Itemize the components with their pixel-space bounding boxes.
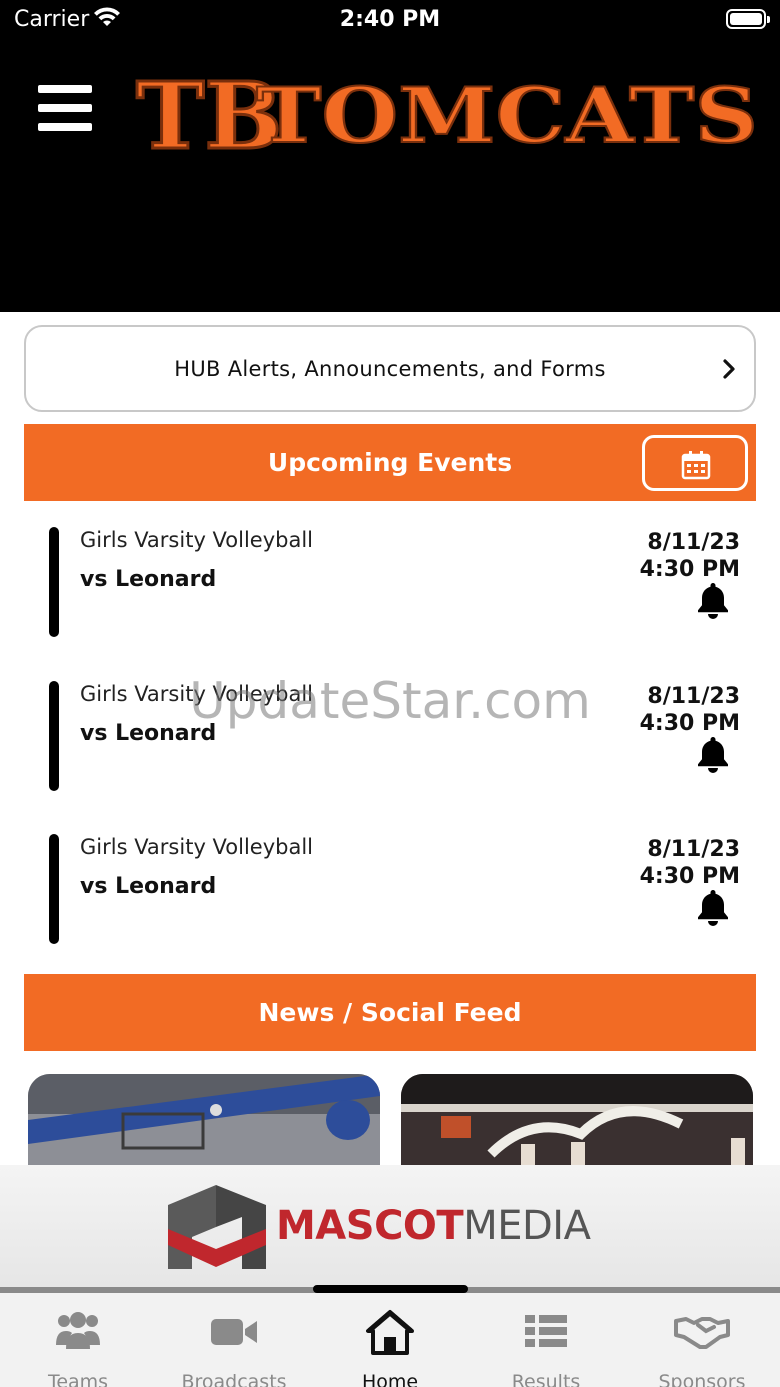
event-date: 8/11/23 — [647, 837, 740, 862]
tab-label: Sponsors — [658, 1371, 746, 1387]
news-image — [401, 1074, 753, 1174]
battery-icon — [726, 9, 770, 29]
bell-icon[interactable] — [695, 888, 731, 926]
tab-bar: Teams Broadcasts Home Results Sponsors — [0, 1287, 780, 1387]
event-date: 8/11/23 — [647, 530, 740, 555]
news-feed-header: News / Social Feed — [24, 974, 756, 1051]
event-opponent: vs Leonard — [80, 567, 217, 592]
news-card-team-photo[interactable] — [401, 1074, 753, 1174]
tomcats-logo: TB TOMCATS — [135, 62, 760, 162]
event-sport: Girls Varsity Volleyball — [80, 682, 314, 706]
tab-label: Teams — [47, 1371, 109, 1387]
tab-label: Home — [361, 1371, 419, 1387]
tab-broadcasts[interactable]: Broadcasts — [156, 1303, 312, 1387]
calendar-icon — [681, 451, 711, 480]
status-bar: Carrier 2:40 PM — [0, 0, 780, 40]
tab-results[interactable]: Results — [468, 1303, 624, 1387]
tab-label: Broadcasts — [181, 1371, 287, 1387]
news-card-gym-photo[interactable] — [28, 1074, 380, 1174]
sponsor-banner[interactable]: MASCOTMEDIA — [0, 1165, 780, 1287]
hub-alerts-button[interactable]: HUB Alerts, Announcements, and Forms — [24, 325, 756, 412]
event-accent-bar — [49, 681, 59, 791]
event-item[interactable]: Girls Varsity Volleyball vs Leonard 8/11… — [0, 834, 780, 954]
news-feed-title: News / Social Feed — [258, 998, 522, 1027]
event-opponent: vs Leonard — [80, 874, 217, 899]
event-time: 4:30 PM — [639, 711, 740, 736]
bell-icon[interactable] — [695, 581, 731, 619]
app-header: Carrier 2:40 PM TB TOMCATS — [0, 0, 780, 312]
event-datetime: 8/11/23 4:30 PM — [640, 836, 740, 890]
event-item[interactable]: Girls Varsity Volleyball vs Leonard 8/11… — [0, 527, 780, 647]
mascot-media-logo-icon — [168, 1185, 266, 1269]
event-sport: Girls Varsity Volleyball — [80, 528, 314, 552]
event-datetime: 8/11/23 4:30 PM — [640, 683, 740, 737]
event-time: 4:30 PM — [639, 864, 740, 889]
home-icon — [366, 1310, 414, 1355]
event-sport: Girls Varsity Volleyball — [80, 835, 314, 859]
event-opponent: vs Leonard — [80, 721, 217, 746]
tab-home[interactable]: Home — [312, 1303, 468, 1387]
home-indicator — [313, 1285, 468, 1293]
calendar-button[interactable] — [642, 435, 748, 491]
hub-alerts-label: HUB Alerts, Announcements, and Forms — [174, 357, 606, 381]
people-icon — [56, 1312, 100, 1349]
sponsor-name: MASCOTMEDIA — [276, 1203, 591, 1249]
tab-sponsors[interactable]: Sponsors — [624, 1303, 780, 1387]
event-date: 8/11/23 — [647, 684, 740, 709]
status-time: 2:40 PM — [339, 7, 441, 32]
tab-teams[interactable]: Teams — [0, 1303, 156, 1387]
event-accent-bar — [49, 527, 59, 637]
video-camera-icon — [211, 1319, 257, 1345]
upcoming-events-header: Upcoming Events — [24, 424, 756, 501]
bell-icon[interactable] — [695, 735, 731, 773]
tab-label: Results — [511, 1371, 581, 1387]
hamburger-menu-icon[interactable] — [38, 85, 92, 131]
svg-text:TOMCATS: TOMCATS — [256, 71, 758, 160]
event-time: 4:30 PM — [639, 557, 740, 582]
event-datetime: 8/11/23 4:30 PM — [640, 529, 740, 583]
event-accent-bar — [49, 834, 59, 944]
chevron-right-icon — [723, 359, 735, 379]
handshake-icon — [674, 1317, 730, 1349]
event-item[interactable]: Girls Varsity Volleyball vs Leonard 8/11… — [0, 681, 780, 801]
news-image — [28, 1074, 380, 1174]
list-icon — [525, 1315, 567, 1347]
